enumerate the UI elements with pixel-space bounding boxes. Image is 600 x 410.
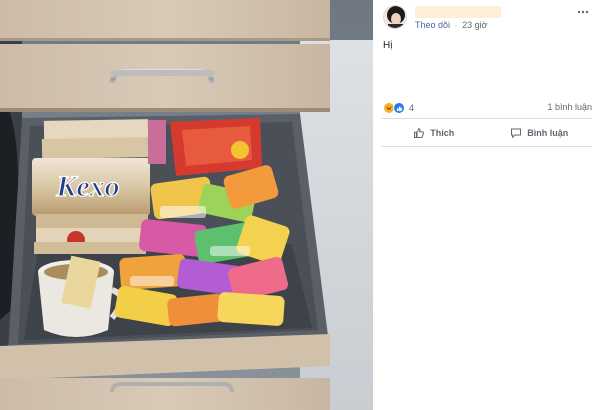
- post-actions: Thích Bình luận: [381, 121, 592, 144]
- thumbs-up-icon: [414, 127, 425, 138]
- comment-button[interactable]: Bình luận: [487, 121, 593, 144]
- like-button-label: Thích: [430, 127, 455, 138]
- reactions-summary[interactable]: 4: [383, 101, 414, 115]
- author-name-redacted[interactable]: [415, 6, 501, 18]
- comments-count[interactable]: 1 bình luận: [547, 102, 592, 112]
- like-icon: [393, 102, 405, 114]
- comment-icon: [511, 128, 522, 138]
- svg-text:Kexo: Kexo: [55, 170, 119, 203]
- post-photo[interactable]: Kexo: [0, 0, 373, 410]
- avatar[interactable]: [383, 5, 407, 29]
- post-text: Hị: [383, 40, 393, 51]
- meta-separator: ·: [454, 20, 458, 30]
- divider: [381, 118, 592, 119]
- post-timestamp[interactable]: 23 giờ: [462, 20, 487, 30]
- post-panel: Theo dõi · 23 giờ Hị 4 1 bình luận Thích: [373, 0, 600, 410]
- follow-link[interactable]: Theo dõi: [415, 20, 450, 30]
- divider: [381, 146, 592, 147]
- post-meta: Theo dõi · 23 giờ: [415, 20, 487, 30]
- post-header: Theo dõi · 23 giờ: [383, 5, 592, 31]
- like-button[interactable]: Thích: [381, 121, 487, 144]
- reaction-count: 4: [409, 103, 415, 113]
- comment-button-label: Bình luận: [527, 127, 569, 138]
- more-icon[interactable]: [576, 5, 590, 19]
- avatar-image: [384, 6, 406, 28]
- drawer-photo-image: Kexo: [0, 0, 373, 410]
